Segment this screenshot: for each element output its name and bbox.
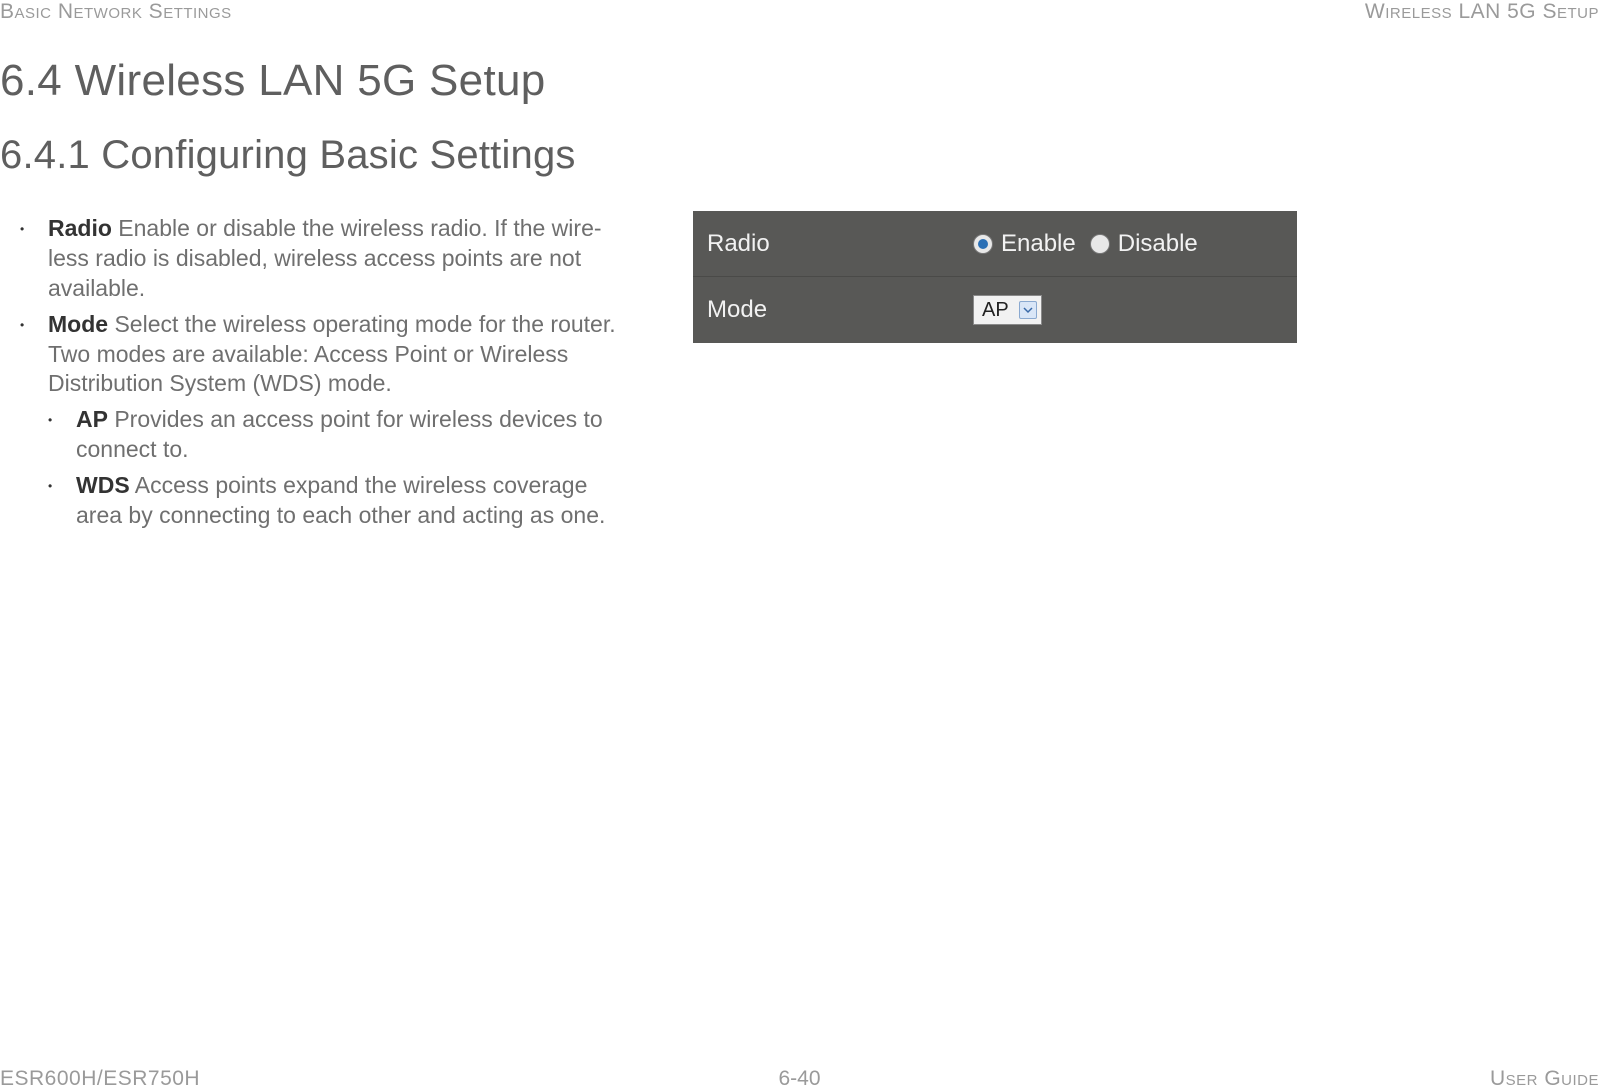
term-ap: AP [76,406,108,432]
term-radio: Radio [48,215,112,241]
running-header-left: Basic Network Settings [0,0,232,24]
chevron-down-icon [1019,301,1037,319]
radio-disable-option[interactable]: Disable [1090,230,1198,258]
desc-mode: Select the wireless operating mode for t… [48,311,616,397]
footer-model: ESR600H/ESR750H [0,1067,200,1091]
desc-radio: Enable or disable the wireless radio. If… [48,215,602,301]
radio-enable-label: Enable [1001,230,1076,258]
bullet-wds: WDS Access points expand the wireless co… [48,471,632,531]
section-heading: 6.4 Wireless LAN 5G Setup [0,56,546,106]
running-header-right: Wireless LAN 5G Setup [1365,0,1599,24]
controls-mode: AP [973,295,1297,325]
term-wds: WDS [76,472,130,498]
radio-icon [973,234,993,254]
bullet-mode: Mode Select the wireless operating mode … [20,310,632,531]
footer-guide-label: User Guide [1490,1067,1599,1091]
label-radio: Radio [693,230,973,258]
row-radio: Radio Enable Disable [693,211,1297,277]
mode-select[interactable]: AP [973,295,1042,325]
desc-wds: Access points expand the wireless covera… [76,472,605,528]
page-root: Basic Network Settings Wireless LAN 5G S… [0,0,1599,1091]
radio-disable-label: Disable [1118,230,1198,258]
mode-select-value: AP [982,299,1009,322]
footer-page-number: 6-40 [778,1067,820,1091]
router-settings-panel: Radio Enable Disable Mode AP [693,211,1297,343]
controls-radio: Enable Disable [973,230,1297,258]
term-mode: Mode [48,311,108,337]
radio-enable-option[interactable]: Enable [973,230,1076,258]
subsection-heading: 6.4.1 Configuring Basic Settings [0,133,576,178]
radio-icon [1090,234,1110,254]
bullet-radio: Radio Enable or disable the wireless rad… [20,214,632,304]
bullet-ap: AP Provides an access point for wireless… [48,405,632,465]
label-mode: Mode [693,296,973,324]
body-text: Radio Enable or disable the wireless rad… [20,214,632,537]
desc-ap: Provides an access point for wireless de… [76,406,603,462]
row-mode: Mode AP [693,277,1297,343]
